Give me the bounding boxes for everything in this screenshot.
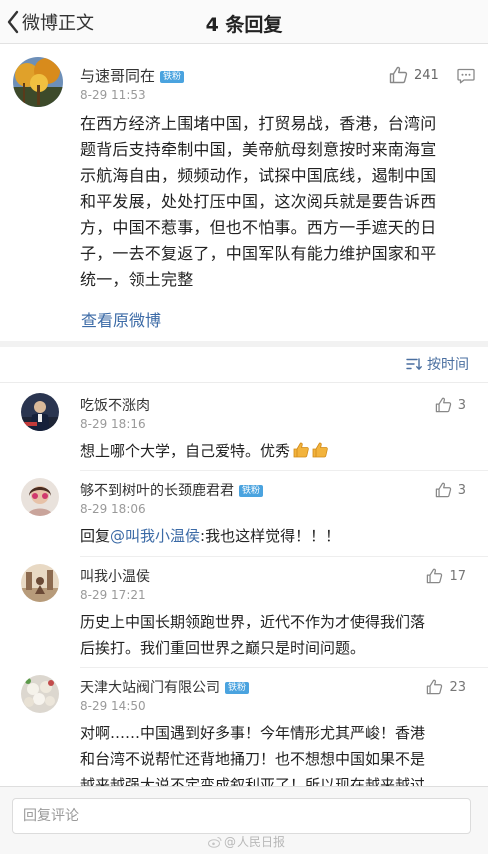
comment-like-button[interactable]: 23 <box>426 679 466 695</box>
reply-comment-input[interactable] <box>12 798 471 834</box>
comment-sort-bar: 按时间 <box>0 347 488 383</box>
sort-by-time-button[interactable]: 按时间 <box>406 354 469 374</box>
comment-item: 天津大站阀门有限公司 铁粉 8-29 14:50 23 对啊……中国遇到好多事！今… <box>0 675 488 786</box>
commenter-avatar[interactable] <box>21 478 59 516</box>
watermark-text: 人民日报 <box>237 835 286 849</box>
commenter-avatar[interactable] <box>21 393 59 431</box>
comment-icon[interactable] <box>457 68 475 88</box>
commenter-name[interactable]: 叫我小温侯 <box>80 566 150 586</box>
comment-timestamp: 8-29 18:06 <box>80 502 146 516</box>
commenter-avatar[interactable] <box>21 675 59 713</box>
thumbs-up-icon <box>435 482 451 498</box>
commenter-name-text: 够不到树叶的长颈鹿君君 <box>80 483 234 499</box>
post-body-line: 示航海自由，频频动作，试探中国底线，遏制中国 <box>80 166 437 185</box>
post-body-line: 统一，领土完整 <box>80 270 194 289</box>
comment-divider <box>80 667 488 668</box>
post-like-count: 241 <box>414 67 439 83</box>
reply-prefix: 回复 <box>80 527 111 545</box>
post-body-line: 和平发展，处处打压中国，这次阅兵就是要告诉西 <box>80 192 437 211</box>
comment-timestamp: 8-29 14:50 <box>80 699 146 713</box>
sort-icon <box>406 358 422 370</box>
comment-divider <box>80 556 488 557</box>
comment-divider <box>80 470 488 471</box>
comment-body-line: 历史上中国长期领跑世界，近代不作为才使得我们落 <box>80 613 426 631</box>
fan-badge: 铁粉 <box>160 71 185 83</box>
comment-body-line: 和台湾不说帮忙还背地捅刀！也不想想中国如果不是 <box>80 750 426 768</box>
thumbs-up-icon <box>389 66 408 84</box>
comment-body: 回复@叫我小温侯:我也这样觉得！！！ <box>80 523 472 549</box>
post-body: 在西方经济上围堵中国，打贸易战，香港，台湾问 题背后支持牵制中国，美帝航母刻意按… <box>80 111 476 293</box>
view-original-post-link[interactable]: 查看原微博 <box>81 307 161 331</box>
comment-like-button[interactable]: 17 <box>426 568 466 584</box>
comment-item: 吃饭不涨肉 8-29 18:16 3 想上哪个大学，自己爱特。优秀 <box>0 393 488 473</box>
comment-like-count: 23 <box>449 679 466 695</box>
mention-link[interactable]: @叫我小温侯 <box>110 527 200 545</box>
post-body-line: 在西方经济上围堵中国，打贸易战，香港，台湾问 <box>80 114 437 133</box>
comment-body-line: 越来越强大说不定变成叙利亚了！所以现在越来越过 <box>80 776 426 786</box>
comment-like-count: 3 <box>457 397 466 413</box>
post-like-button[interactable]: 241 <box>389 66 439 84</box>
post-body-line: 方，中国不惹事，但也不怕事。西方一手遮天的日 <box>80 218 437 237</box>
back-label: 微博正文 <box>22 13 94 34</box>
fan-badge: 铁粉 <box>225 682 250 694</box>
back-button[interactable]: 微博正文 <box>6 8 94 36</box>
comment-timestamp: 8-29 17:21 <box>80 588 146 602</box>
comment-body-line: 对啊……中国遇到好多事！今年情形尤其严峻！香港 <box>80 724 426 742</box>
comment-body-text: 想上哪个大学，自己爱特。优秀 <box>80 442 291 460</box>
commenter-name[interactable]: 天津大站阀门有限公司 铁粉 <box>80 677 250 697</box>
watermark-at-sign: @ <box>224 834 236 849</box>
comment-item: 够不到树叶的长颈鹿君君 铁粉 8-29 18:06 3 回复@叫我小温侯:我也这样… <box>0 478 488 558</box>
commenter-name-text: 天津大站阀门有限公司 <box>80 680 220 696</box>
thumbs-up-icon <box>435 397 451 413</box>
chevron-left-icon <box>7 10 19 34</box>
post-body-line: 题背后支持牵制中国，美帝航母刻意按时来南海宣 <box>80 140 437 159</box>
fan-badge: 铁粉 <box>239 485 264 497</box>
comment-like-count: 3 <box>457 482 466 498</box>
post-body-line: 子，一去不复返了，中国军队有能力维护国家和平 <box>80 244 437 263</box>
thumbs-up-emoji-icon <box>293 442 309 458</box>
thumbs-up-emoji-icon <box>312 442 328 458</box>
commenter-avatar[interactable] <box>21 564 59 602</box>
post-timestamp: 8-29 11:53 <box>80 88 146 102</box>
comment-body-line: 后挨打。我们重回世界之巅只是时间问题。 <box>80 639 366 657</box>
main-post: 与速哥同在 铁粉 8-29 11:53 241 在西方经济上围堵中国，打贸易战，香… <box>0 45 488 341</box>
comment-body: 对啊……中国遇到好多事！今年情形尤其严峻！香港 和台湾不说帮忙还背地捅刀！也不想… <box>80 720 472 786</box>
comment-like-count: 17 <box>449 568 466 584</box>
top-nav-bar: 微博正文 4 条回复 <box>0 0 488 44</box>
thumbs-up-icon <box>427 568 443 584</box>
comment-like-button[interactable]: 3 <box>435 397 466 413</box>
commenter-name[interactable]: 够不到树叶的长颈鹿君君 铁粉 <box>80 480 264 500</box>
comment-like-button[interactable]: 3 <box>435 482 466 498</box>
post-author-name[interactable]: 与速哥同在 铁粉 <box>80 65 185 86</box>
comment-item: 叫我小温侯 8-29 17:21 17 历史上中国长期领跑世界，近代不作为才使得… <box>0 564 488 670</box>
comment-body: 想上哪个大学，自己爱特。优秀 <box>80 438 472 464</box>
sort-label: 按时间 <box>427 357 469 373</box>
comment-body: 历史上中国长期领跑世界，近代不作为才使得我们落 后挨打。我们重回世界之巅只是时间… <box>80 609 472 661</box>
watermark: @ 人民日报 <box>208 833 285 850</box>
comment-body-text: :我也这样觉得！！！ <box>200 527 341 545</box>
comment-timestamp: 8-29 18:16 <box>80 417 146 431</box>
post-author-avatar[interactable] <box>13 57 63 107</box>
commenter-name[interactable]: 吃饭不涨肉 <box>80 395 150 415</box>
weibo-logo-icon <box>208 836 222 848</box>
thumbs-up-icon <box>427 679 443 695</box>
post-author-name-text: 与速哥同在 <box>80 67 156 85</box>
